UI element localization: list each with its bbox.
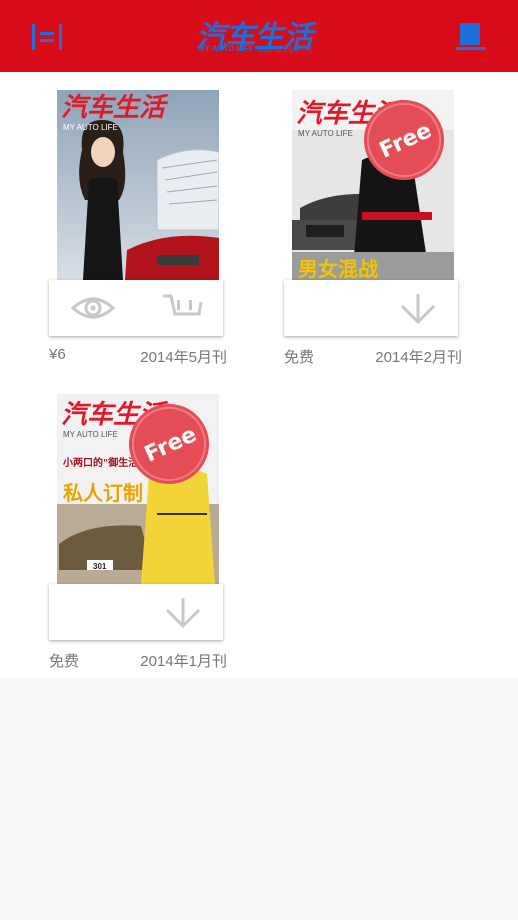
cover-headline: 私人订制 [63, 481, 143, 505]
issue-actions [284, 280, 458, 336]
issue-cover[interactable]: 男女混战 汽车生活 MY AUTO LIFE Free [292, 90, 454, 280]
menu-icon[interactable] [30, 22, 64, 52]
issue-price: 免费 [284, 349, 315, 366]
cover-title: 汽车生活 [61, 93, 169, 123]
issue-price: ¥6 [49, 346, 66, 363]
issue-item: 男女混战 汽车生活 MY AUTO LIFE Free 免费 2014年2月刊 [284, 90, 462, 370]
issue-date: 2014年2月刊 [375, 349, 462, 366]
cover-plate: 301 [93, 562, 107, 571]
issue-actions [49, 584, 223, 640]
issue-cover[interactable]: 汽车生活 MY AUTO LIFE 小两口的"御生活" 私人订制 301 Fre… [57, 394, 219, 584]
issue-item: 汽车生活 MY AUTO LIFE 小两口的"御生活" 私人订制 301 Fre… [49, 394, 227, 674]
preview-eye-icon[interactable] [70, 292, 116, 324]
top-navigation-bar: 汽车生活 MY AUTO LIFE 中国汽车文化第一刊 [0, 0, 518, 72]
app-logo: 汽车生活 MY AUTO LIFE 中国汽车文化第一刊 [196, 20, 313, 55]
cover-subtitle: MY AUTO LIFE [63, 123, 118, 132]
issue-actions [49, 280, 223, 336]
issue-date: 2014年5月刊 [140, 349, 227, 366]
issue-cover[interactable]: 汽车生活 MY AUTO LIFE [57, 90, 219, 280]
bookshelf-icon[interactable] [455, 20, 487, 52]
cart-icon[interactable] [161, 292, 205, 324]
issue-price: 免费 [49, 653, 80, 670]
issue-date: 2014年1月刊 [140, 653, 227, 670]
cover-line: 小两口的"御生活" [62, 456, 143, 469]
cover-subtitle: MY AUTO LIFE [298, 129, 353, 138]
cover-headline: 男女混战 [298, 257, 378, 280]
download-arrow-icon[interactable] [161, 596, 205, 629]
download-arrow-icon[interactable] [396, 292, 440, 325]
issue-item: 汽车生活 MY AUTO LIFE ¥6 2014年5月刊 [49, 90, 227, 370]
cover-subtitle: MY AUTO LIFE [63, 430, 118, 439]
issue-grid: 汽车生活 MY AUTO LIFE ¥6 2014年5月刊 男女混战 汽车生活 … [0, 72, 518, 678]
